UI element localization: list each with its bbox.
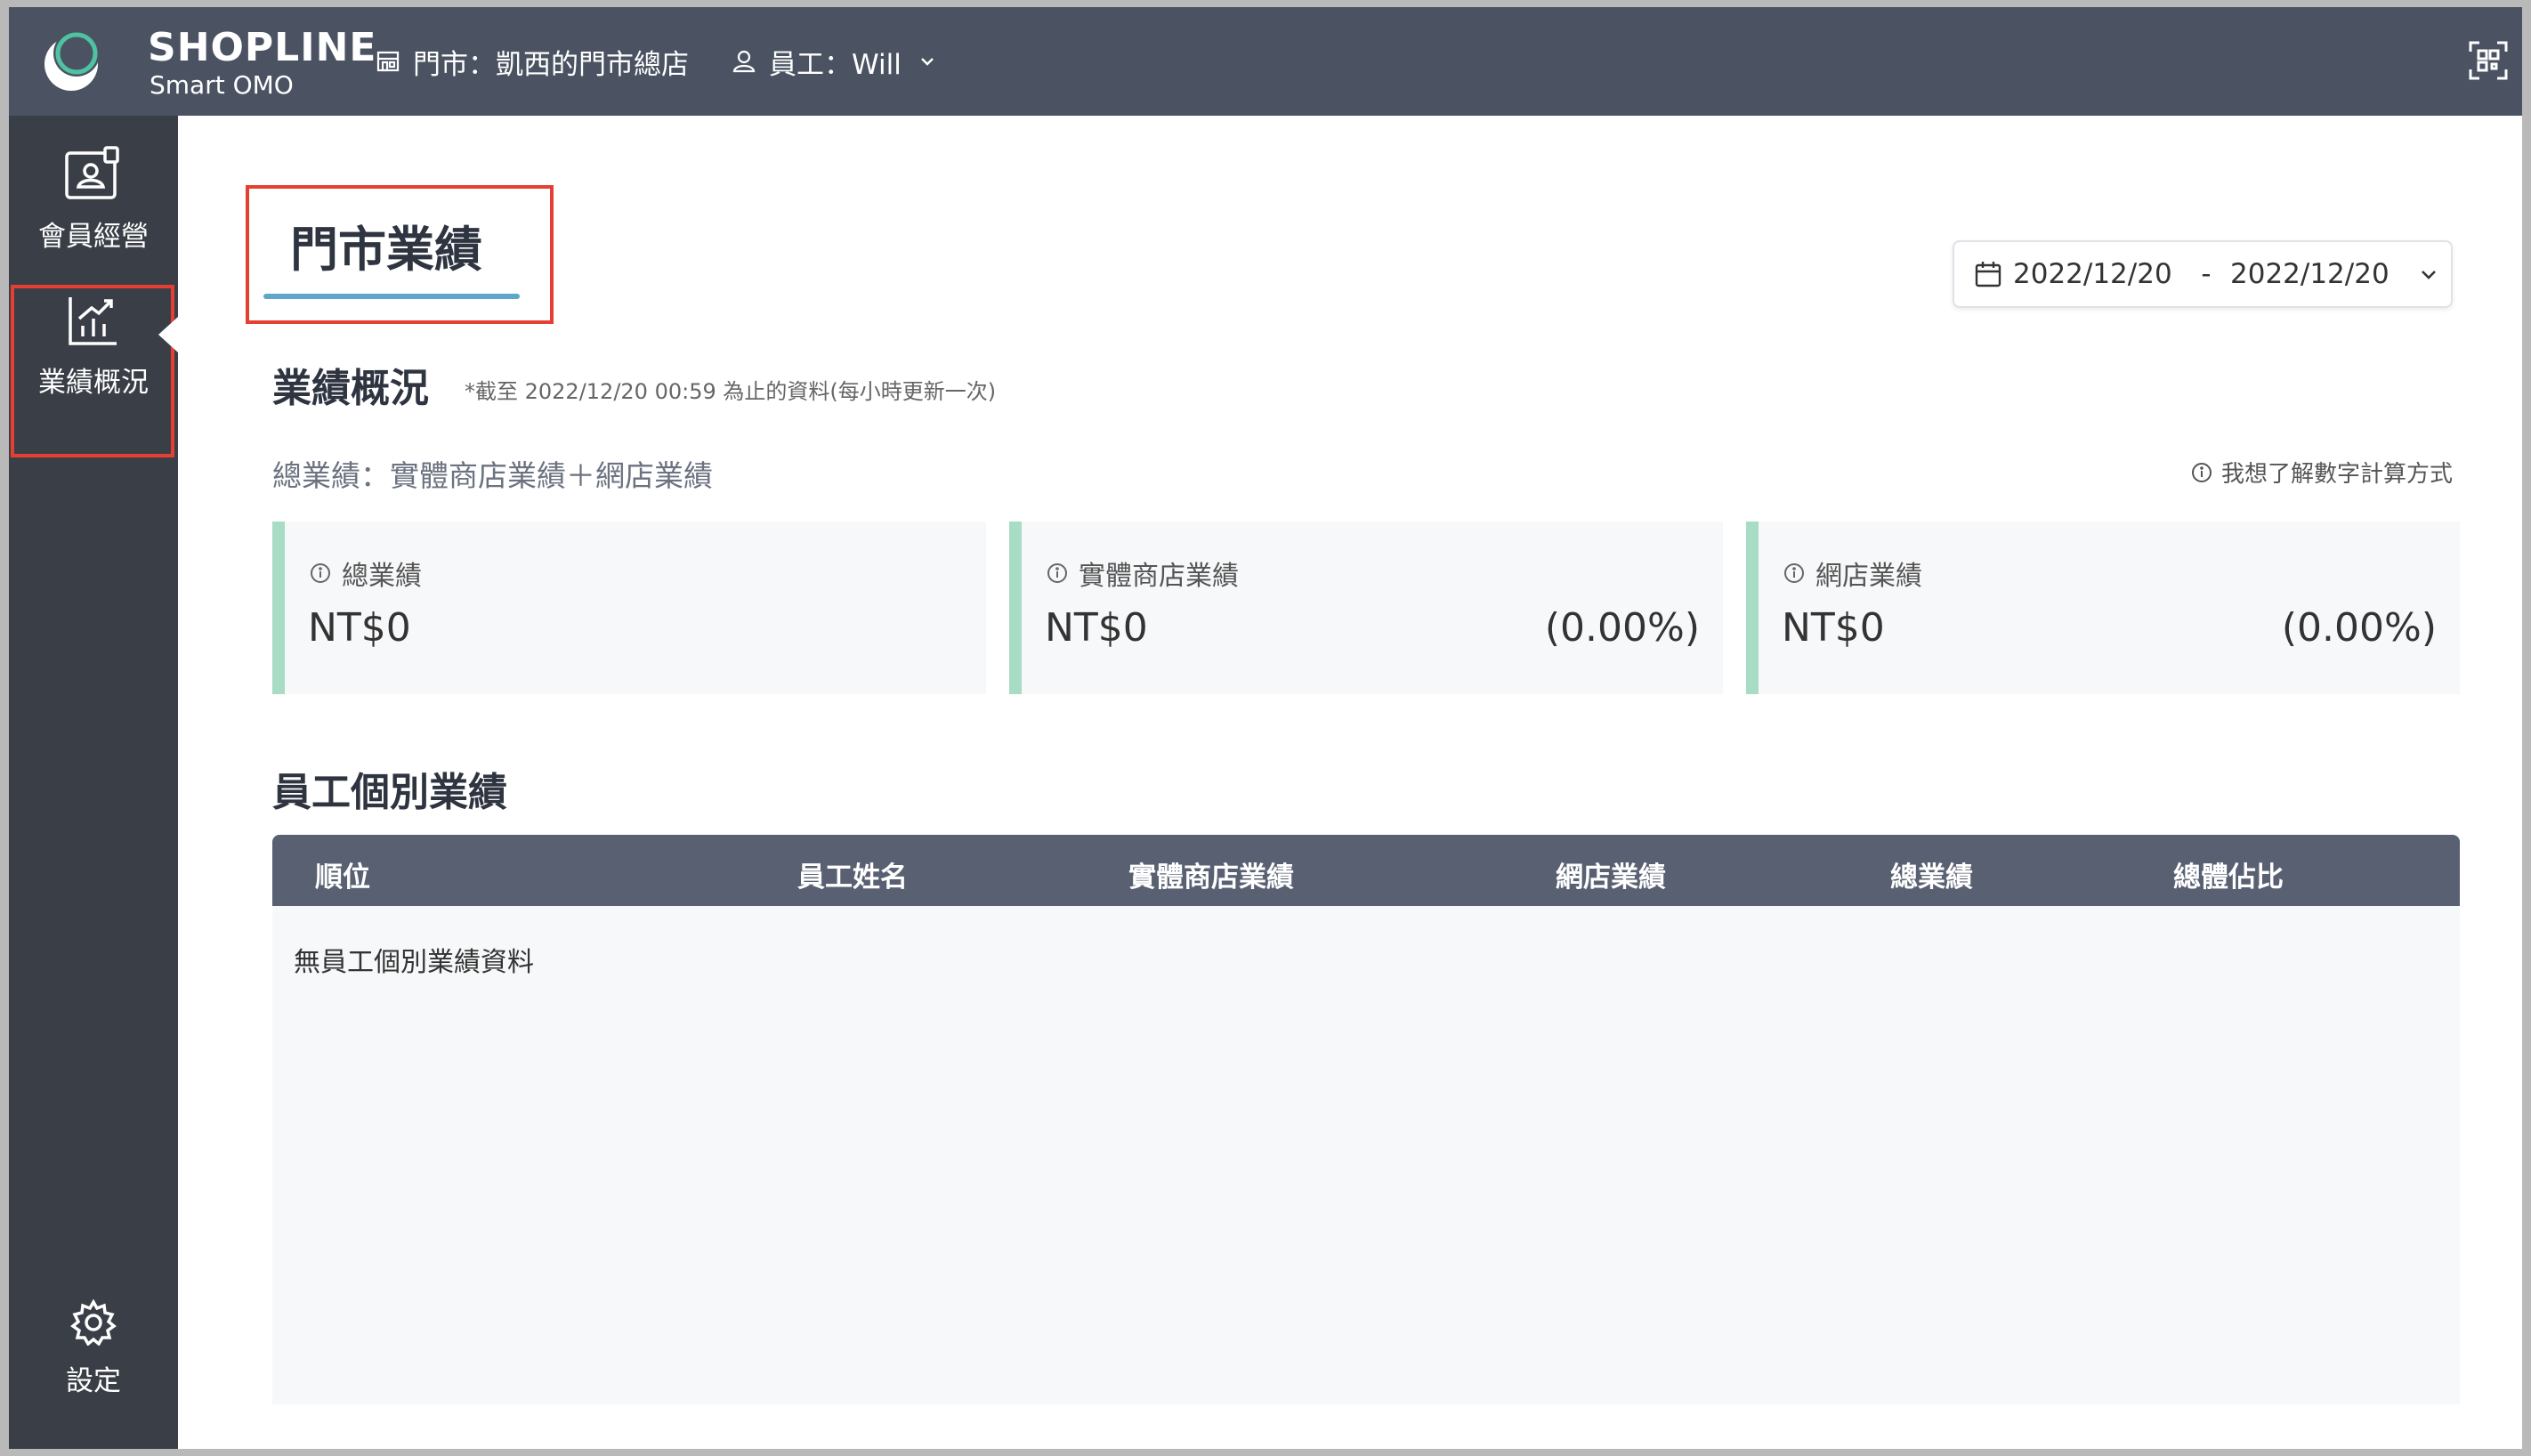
staff-performance-table: 順位 員工姓名 實體商店業績 網店業績 總業績 總體佔比 無員工個別業績資料 xyxy=(272,835,2460,1404)
date-range-picker[interactable]: 2022/12/20 - 2022/12/20 xyxy=(1953,240,2453,308)
staff-label: 員工：Will xyxy=(769,48,902,81)
store-icon xyxy=(376,51,400,72)
column-header-store-performance[interactable]: 實體商店業績 xyxy=(1128,854,1294,894)
date-start: 2022/12/20 xyxy=(2013,258,2172,290)
sidebar-item-performance[interactable]: 業績概況 xyxy=(9,294,178,400)
card-value: NT$0 xyxy=(1045,605,1148,651)
active-tab-underline xyxy=(263,294,520,299)
shopline-logo[interactable]: SHOPLINE Smart OMO xyxy=(41,21,376,107)
card-label-text: 總業績 xyxy=(342,561,422,592)
card-label-text: 網店業績 xyxy=(1815,561,1922,592)
store-performance-card: 實體商店業績 NT$0 (0.00%) xyxy=(1009,522,1723,694)
scan-icon[interactable] xyxy=(2467,39,2510,82)
active-item-pointer xyxy=(158,317,178,352)
shopline-logo-icon xyxy=(44,30,100,91)
table-empty-message: 無員工個別業績資料 xyxy=(294,947,534,978)
app-window: SHOPLINE Smart OMO 門市：凱西的門市總店 員工：Will 會員… xyxy=(9,7,2522,1449)
column-header-share[interactable]: 總體佔比 xyxy=(2173,854,2284,894)
card-value: NT$0 xyxy=(308,605,411,651)
sidebar: 會員經營 業績概況 設定 xyxy=(9,116,178,1449)
calendar-icon xyxy=(1975,262,2001,287)
info-icon xyxy=(2191,462,2212,482)
logo-subtext: Smart OMO xyxy=(150,70,294,100)
top-bar: SHOPLINE Smart OMO 門市：凱西的門市總店 員工：Will xyxy=(9,7,2522,116)
card-label: 網店業績 xyxy=(1783,554,1922,593)
sidebar-item-label: 設定 xyxy=(66,1365,121,1397)
card-percentage: (0.00%) xyxy=(2281,605,2437,651)
calculation-help-text: 我想了解數字計算方式 xyxy=(2220,461,2453,488)
logo-text: SHOPLINE xyxy=(148,25,377,70)
store-selector[interactable]: 門市：凱西的門市總店 xyxy=(376,39,689,84)
member-card-icon xyxy=(65,146,119,199)
staff-performance-title: 員工個別業績 xyxy=(272,770,507,815)
performance-formula: 總業績：實體商店業績＋網店業績 xyxy=(272,458,713,493)
total-performance-card: 總業績 NT$0 xyxy=(272,522,986,694)
date-end: 2022/12/20 xyxy=(2230,258,2389,290)
column-header-rank[interactable]: 順位 xyxy=(315,854,370,894)
date-separator: - xyxy=(2201,258,2212,290)
sidebar-item-members[interactable]: 會員經營 xyxy=(9,146,178,254)
store-label: 門市：凱西的門市總店 xyxy=(413,48,689,81)
user-icon xyxy=(732,50,756,73)
overview-update-note: *截至 2022/12/20 00:59 為止的資料(每小時更新一次) xyxy=(465,379,997,404)
table-header: 順位 員工姓名 實體商店業績 網店業績 總業績 總體佔比 xyxy=(272,835,2460,906)
sidebar-item-settings[interactable]: 設定 xyxy=(9,1299,178,1398)
gear-icon xyxy=(70,1299,117,1346)
chevron-down-icon xyxy=(2422,271,2436,279)
info-icon[interactable] xyxy=(1783,562,1805,584)
column-header-total-performance[interactable]: 總業績 xyxy=(1890,854,1973,894)
overview-title: 業績概況 xyxy=(272,366,429,411)
calculation-help-link[interactable]: 我想了解數字計算方式 xyxy=(2191,456,2453,489)
main-content: 門市業績 2022/12/20 - 2022/12/20 業績概況 *截至 20… xyxy=(178,116,2522,1449)
card-label: 總業績 xyxy=(310,554,422,593)
column-header-staff-name[interactable]: 員工姓名 xyxy=(797,854,908,894)
info-icon[interactable] xyxy=(1047,562,1068,584)
chevron-down-icon xyxy=(920,58,934,66)
card-label-text: 實體商店業績 xyxy=(1079,561,1239,592)
summary-cards: 總業績 NT$0 實體商店業績 NT$0 (0.00%) 網店業績 NT$0 (… xyxy=(272,522,2460,694)
staff-selector[interactable]: 員工：Will xyxy=(732,39,937,84)
sidebar-item-label: 會員經營 xyxy=(38,221,149,253)
tab-store-performance[interactable]: 門市業績 xyxy=(290,210,482,280)
info-icon[interactable] xyxy=(310,562,331,584)
column-header-online-performance[interactable]: 網店業績 xyxy=(1556,854,1666,894)
chart-icon xyxy=(69,297,117,345)
card-label: 實體商店業績 xyxy=(1047,554,1239,593)
sidebar-item-label: 業績概況 xyxy=(38,367,149,399)
card-percentage: (0.00%) xyxy=(1544,605,1700,651)
card-value: NT$0 xyxy=(1782,605,1885,651)
online-performance-card: 網店業績 NT$0 (0.00%) xyxy=(1746,522,2460,694)
